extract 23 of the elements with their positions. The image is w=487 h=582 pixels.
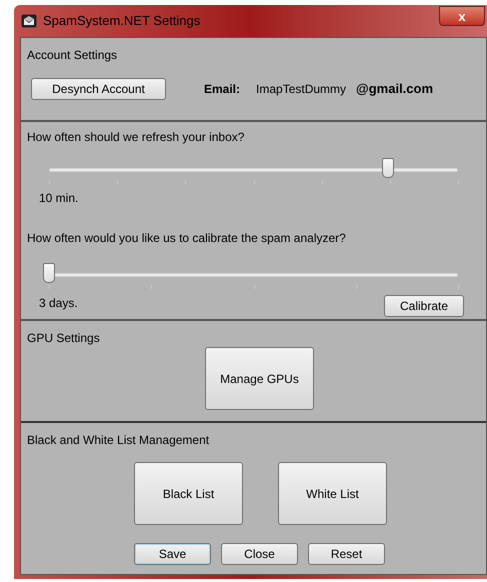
envelope-icon [21, 14, 37, 28]
window-title: SpamSystem.NET Settings [43, 12, 200, 30]
slider-thumb[interactable] [382, 158, 394, 178]
email-user: ImapTestDummy [256, 81, 346, 98]
slider-thumb[interactable] [43, 263, 55, 283]
desynch-button[interactable]: Desynch Account [31, 78, 166, 100]
manage-gpus-button[interactable]: Manage GPUs [205, 347, 314, 410]
section-heading: Account Settings [27, 47, 118, 64]
calibrate-reading: 3 days. [39, 295, 78, 312]
email-domain: @gmail.com [356, 80, 434, 98]
reset-button[interactable]: Reset [308, 543, 385, 565]
calibrate-button[interactable]: Calibrate [384, 295, 464, 317]
section-heading: GPU Settings [27, 330, 101, 347]
refresh-question: How often should we refresh your inbox? [27, 129, 246, 146]
list-button[interactable]: White List [278, 462, 387, 525]
list-button[interactable]: Black List [134, 462, 243, 525]
close-button[interactable]: Close [221, 543, 298, 565]
window-close-button[interactable]: x [439, 6, 485, 26]
refresh-reading: 10 min. [38, 190, 80, 207]
section-heading: Black and White List Management [27, 432, 210, 449]
email-label: Email: [204, 81, 240, 98]
calibrate-question: How often would you like us to calibrate the spam analyzer? [27, 230, 347, 247]
save-button[interactable]: Save [134, 543, 211, 565]
